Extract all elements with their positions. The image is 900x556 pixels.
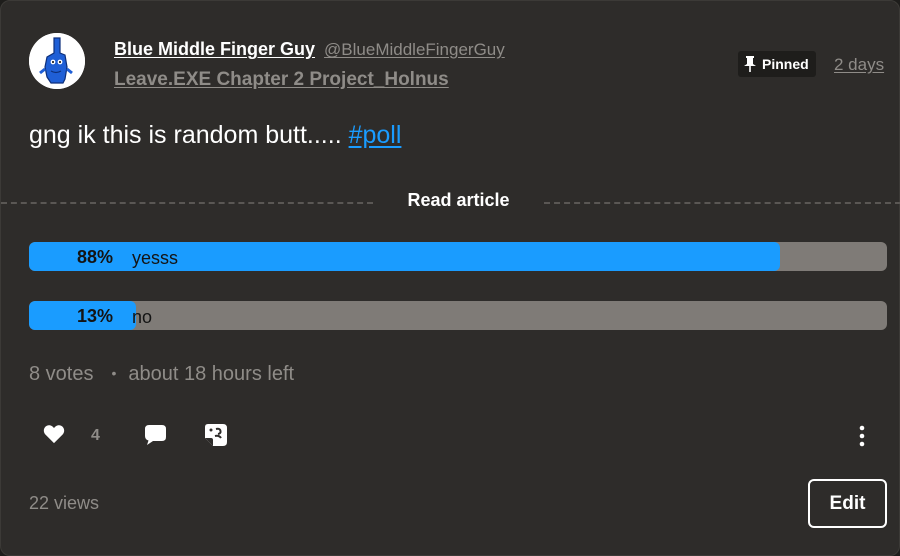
vote-count: 8 votes bbox=[29, 363, 94, 385]
divider-right bbox=[544, 202, 900, 204]
more-icon bbox=[859, 425, 865, 447]
pinned-badge: Pinned bbox=[738, 51, 816, 77]
repost-icon bbox=[205, 424, 227, 446]
poll-option-yesss[interactable]: 88% yesss bbox=[29, 242, 887, 271]
poll-percent: 88% bbox=[76, 247, 113, 267]
edit-button[interactable]: Edit bbox=[808, 479, 887, 528]
author-handle[interactable]: @BlueMiddleFingerGuy bbox=[324, 40, 505, 59]
more-options-button[interactable] bbox=[854, 424, 870, 453]
read-article-button[interactable]: Read article bbox=[373, 190, 544, 211]
author-line: Blue Middle Finger Guy @BlueMiddleFinger… bbox=[114, 39, 505, 60]
meta-separator: • bbox=[111, 365, 117, 381]
comment-button[interactable] bbox=[144, 424, 167, 451]
pinned-label: Pinned bbox=[762, 56, 809, 72]
post-card: Blue Middle Finger Guy @BlueMiddleFinger… bbox=[0, 0, 900, 556]
avatar[interactable] bbox=[29, 33, 85, 89]
poll-percent: 13% bbox=[76, 306, 113, 326]
post-text: gng ik this is random butt..... #poll bbox=[29, 121, 401, 150]
view-count: 22 views bbox=[29, 493, 100, 513]
project-link[interactable]: Leave.EXE Chapter 2 Project_Holnus bbox=[114, 69, 449, 91]
like-count: 4 bbox=[91, 427, 100, 444]
pin-icon bbox=[744, 56, 756, 72]
author-name[interactable]: Blue Middle Finger Guy bbox=[114, 39, 315, 59]
blue-character-avatar-icon bbox=[29, 33, 85, 89]
poll-option-label: no bbox=[132, 307, 153, 327]
comment-icon bbox=[145, 425, 166, 445]
hashtag-link[interactable]: #poll bbox=[349, 121, 402, 149]
like-button[interactable] bbox=[43, 424, 65, 444]
time-left: about 18 hours left bbox=[128, 363, 295, 385]
poll-meta: 8 votes • about 18 hours left bbox=[29, 363, 294, 386]
post-time-link[interactable]: 2 days bbox=[834, 55, 884, 75]
poll-option-no[interactable]: 13% no bbox=[29, 301, 887, 330]
repost-button[interactable] bbox=[204, 423, 228, 452]
divider-left bbox=[1, 202, 373, 204]
poll-option-label: yesss bbox=[132, 248, 179, 268]
heart-icon bbox=[43, 425, 65, 444]
post-body: gng ik this is random butt..... bbox=[29, 121, 349, 149]
